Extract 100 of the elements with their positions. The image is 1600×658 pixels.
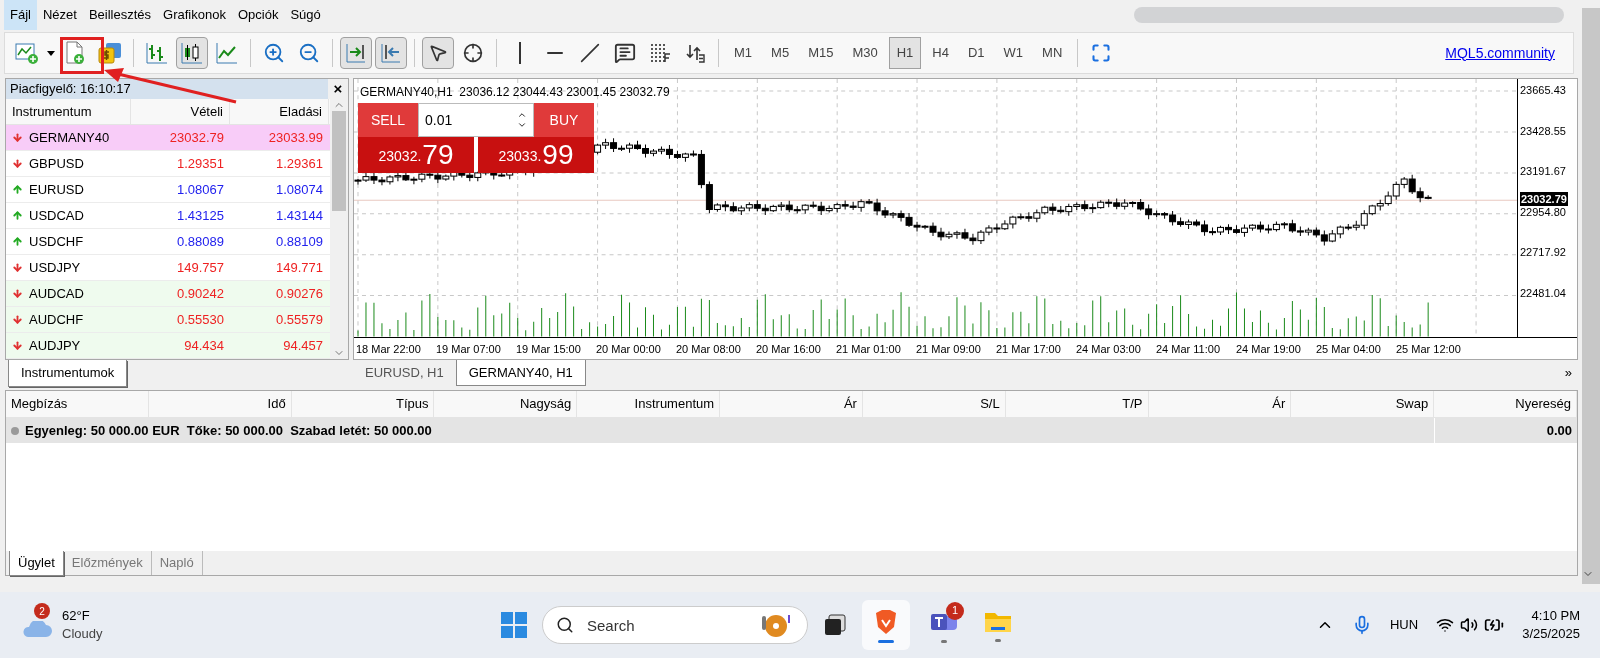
bid-price: 94.434 [183, 336, 225, 355]
sell-button[interactable]: SELL [358, 103, 418, 137]
windows-logo-icon[interactable] [500, 611, 528, 639]
clock-date[interactable]: 3/25/2025 [1522, 625, 1580, 643]
spin-up-icon[interactable] [517, 110, 527, 120]
ask-price: 0.55579 [275, 310, 324, 329]
dropdown-caret-icon[interactable] [46, 49, 56, 57]
panel-tab[interactable]: Instrumentumok [8, 360, 128, 387]
chart-header: GERMANY40,H1 23036.12 23044.43 23001.45 23032.79 [360, 84, 670, 101]
taskbar-search-field[interactable]: Search [542, 606, 808, 644]
volume-field[interactable]: 0.01 [418, 103, 534, 137]
price-axis-label: 22954.80 [1519, 204, 1566, 219]
time-axis-label: 24 Mar 03:00 [1075, 341, 1142, 357]
market-row[interactable]: AUDCHF 0.55530 0.55579 [6, 307, 330, 333]
symbol-text: AUDJPY [29, 336, 81, 355]
column-header[interactable]: S/L [862, 391, 1006, 417]
temperature-text: 62°F [62, 607, 91, 625]
price-axis-label: 22481.04 [1519, 285, 1566, 300]
taskbar-app[interactable] [862, 600, 910, 650]
bid-price: 1.08067 [176, 180, 225, 199]
timeframe-button[interactable]: M30 [844, 37, 886, 69]
notification-badge: 2 [34, 603, 50, 619]
close-button[interactable]: × [328, 77, 348, 101]
timeframe-button[interactable]: H4 [924, 37, 957, 69]
buy-button[interactable]: BUY [534, 103, 594, 137]
column-header[interactable]: Típus [291, 391, 435, 417]
search-icon [556, 616, 574, 634]
ask-price: 1.29361 [275, 154, 324, 173]
notification-badge: 1 [946, 601, 964, 620]
cursor-icon[interactable] [422, 37, 454, 69]
terminal-tab[interactable]: Napló [151, 551, 203, 575]
ask-price: 149.771 [275, 258, 324, 277]
terminal-tab[interactable]: Ügylet [9, 551, 64, 576]
market-row[interactable]: GERMANY40 23032.79 23033.99 [6, 125, 330, 151]
market-row[interactable]: AUDCAD 0.90242 0.90276 [6, 281, 330, 307]
column-header[interactable]: Ár [720, 391, 863, 417]
window-scrollbar[interactable] [1582, 8, 1600, 584]
time-axis-label: 20 Mar 00:00 [595, 341, 662, 357]
price-axis-label: 22717.92 [1519, 245, 1566, 259]
column-header[interactable]: Ár [1148, 391, 1292, 417]
highlight-frame [60, 37, 104, 74]
timeframe-button[interactable]: M1 [726, 37, 761, 69]
time-axis-label: 25 Mar 04:00 [1315, 341, 1382, 357]
ask-price: 1.43144 [275, 206, 324, 225]
bid-price: 149.757 [176, 258, 225, 277]
menu-item[interactable]: Grafikonok [157, 0, 232, 30]
menu-item[interactable]: Opciók [231, 0, 285, 30]
bid-price: 1.43125 [176, 206, 225, 225]
more-tabs-button[interactable]: » [1564, 359, 1578, 382]
symbol-text: GBPUSD [29, 154, 84, 173]
time-axis-label: 19 Mar 15:00 [515, 341, 582, 357]
market-row[interactable]: AUDJPY 94.434 94.457 [6, 333, 330, 359]
column-header[interactable]: Nagyság [434, 391, 578, 417]
timeframe-button[interactable]: H1 [888, 37, 922, 69]
timeframe-button[interactable]: W1 [995, 37, 1032, 69]
terminal-tab[interactable]: Előzmények [63, 551, 152, 575]
microphone-icon[interactable] [1352, 615, 1372, 635]
timeframe-button[interactable]: D1 [959, 37, 993, 69]
time-axis-label: 21 Mar 09:00 [915, 341, 982, 357]
spin-down-icon[interactable] [517, 120, 527, 130]
wifi-icon[interactable] [1436, 616, 1455, 634]
language-indicator[interactable]: HUN [1390, 615, 1419, 635]
column-header[interactable]: Instrumentum [577, 391, 721, 417]
menu-item[interactable]: Súgó [284, 0, 327, 30]
ask-price: 1.08074 [275, 180, 324, 199]
column-header[interactable]: Megbízás [6, 391, 149, 417]
column-header[interactable]: Eladási [230, 99, 329, 124]
ask-price: 0.88109 [275, 232, 324, 251]
sell-price[interactable]: 23032.79 [358, 137, 474, 173]
menu-item[interactable]: Beillesztés [82, 0, 158, 30]
timeframe-button[interactable]: MN [1034, 37, 1071, 69]
time-axis-label: 20 Mar 08:00 [675, 341, 742, 357]
current-price-label: 23032.79 [1520, 192, 1568, 207]
chart-tab[interactable]: EURUSD, H1 [353, 359, 456, 385]
column-header[interactable]: T/P [1005, 391, 1149, 417]
chart-tab[interactable]: GERMANY40, H1 [455, 359, 586, 386]
autoscroll-icon[interactable] [340, 37, 372, 69]
balance-text: Egyenleg: 50 000.00 EUR Tőke: 50 000.00 Szabad letét: 50 000.00 [25, 421, 432, 440]
timeframe-button[interactable]: M5 [763, 37, 798, 69]
menu-item[interactable]: Fájl [4, 0, 37, 30]
timeframe-button[interactable]: M15 [800, 37, 842, 69]
community-link[interactable]: MQL5.community [1445, 42, 1555, 64]
column-header[interactable]: Idő [148, 391, 292, 417]
task-view-icon[interactable] [822, 612, 848, 638]
time-axis-label: 24 Mar 19:00 [1235, 341, 1302, 357]
candlestick-icon[interactable] [176, 37, 208, 69]
chart-shift-icon[interactable] [375, 37, 407, 69]
ask-price: 23033.99 [267, 128, 324, 147]
bid-price: 1.29351 [176, 154, 225, 173]
column-header[interactable]: Swap [1291, 391, 1435, 417]
column-header[interactable]: Vételi [131, 99, 230, 124]
clock-time[interactable]: 4:10 PM [1531, 607, 1580, 625]
price-axis-label: 23428.55 [1519, 123, 1566, 138]
volume-icon[interactable] [1460, 616, 1479, 634]
bid-price: 23032.79 [168, 128, 225, 147]
buy-price[interactable]: 23033.99 [478, 137, 594, 173]
column-header[interactable]: Instrumentum [6, 99, 131, 124]
menu-item[interactable]: Nézet [36, 0, 83, 30]
time-axis-label: 21 Mar 17:00 [995, 341, 1062, 357]
column-header[interactable]: Nyereség [1434, 391, 1577, 417]
